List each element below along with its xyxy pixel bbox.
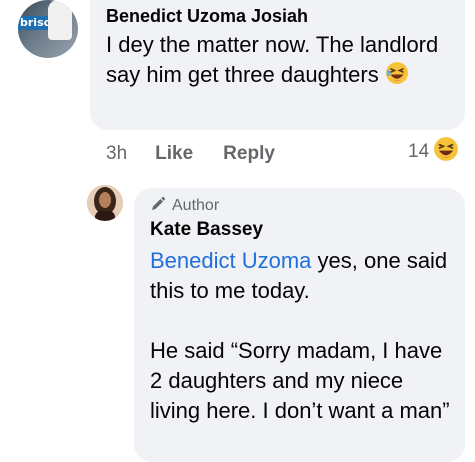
reaction-count: 14 (408, 141, 430, 162)
comment-thread: brisc Benedict Uzoma Josiah I dey the ma… (0, 0, 475, 462)
reaction-summary[interactable]: 14 (408, 136, 459, 168)
author-badge: Author (150, 194, 451, 218)
laughing-face-icon (433, 136, 459, 168)
avatar-figure (48, 0, 72, 40)
like-button[interactable]: Like (155, 143, 193, 165)
comment-text: I dey the matter now. The landlord say h… (106, 30, 451, 90)
reply-text: Benedict Uzoma yes, one said this to me … (150, 246, 451, 426)
mention-link[interactable]: Benedict Uzoma (150, 248, 311, 273)
pencil-icon (150, 196, 172, 217)
laughing-face-icon (385, 61, 409, 85)
comment-timestamp[interactable]: 3h (106, 143, 127, 165)
author-badge-label: Author (172, 197, 220, 214)
reply-avatar[interactable] (87, 185, 123, 221)
avatar[interactable]: brisc (18, 0, 78, 58)
reply-bubble: Author Kate Bassey Benedict Uzoma yes, o… (134, 188, 465, 462)
comment-actions: 3h Like Reply (106, 140, 305, 168)
comment-author-name[interactable]: Benedict Uzoma Josiah (106, 4, 451, 28)
comment-bubble: Benedict Uzoma Josiah I dey the matter n… (90, 0, 465, 130)
reply-text-part2: He said “Sorry madam, I have 2 daughters… (150, 338, 450, 423)
reply-author-name[interactable]: Kate Bassey (150, 218, 451, 242)
reply-button[interactable]: Reply (223, 143, 275, 165)
